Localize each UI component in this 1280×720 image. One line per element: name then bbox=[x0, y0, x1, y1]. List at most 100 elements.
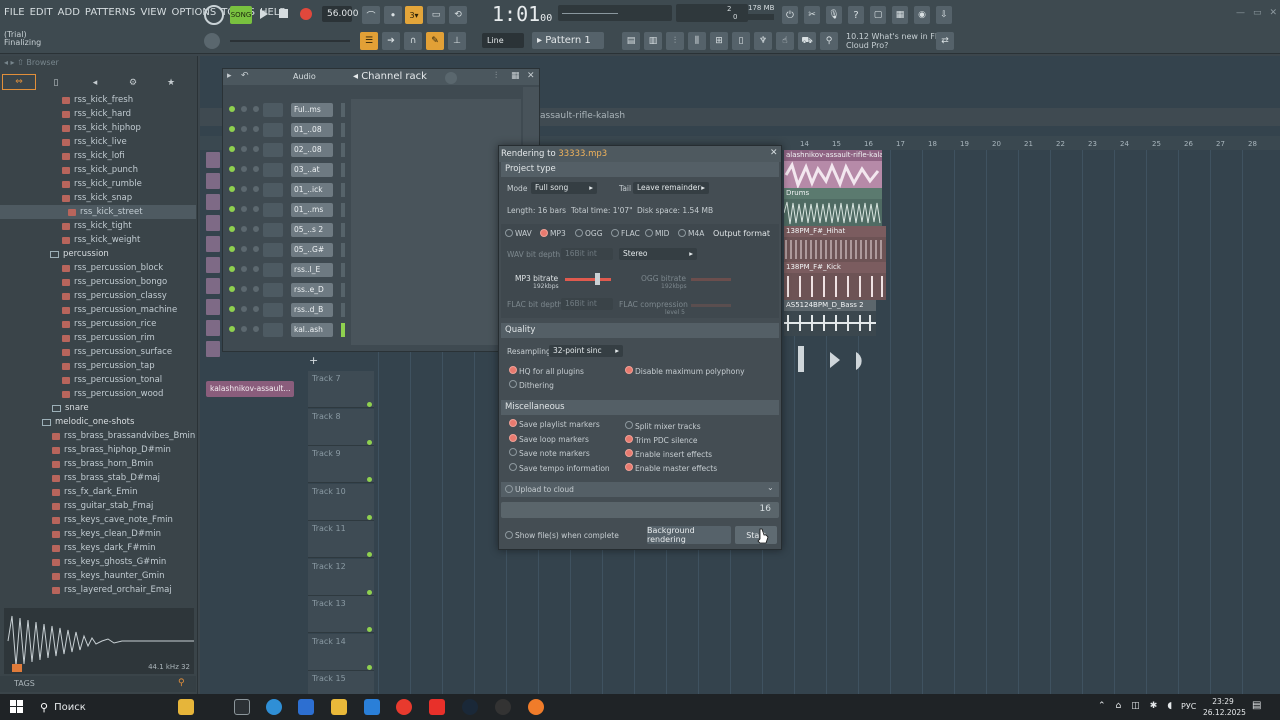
channel-name-button[interactable]: rss..d_B bbox=[291, 303, 333, 317]
clock[interactable]: 23:29 26.12.2025 bbox=[1203, 696, 1246, 718]
master-pitch-slider[interactable] bbox=[230, 40, 350, 42]
channel-knob[interactable] bbox=[253, 326, 259, 332]
browser-file[interactable]: rss_brass_stab_D#maj bbox=[0, 471, 196, 485]
stamp-icon[interactable]: ⊥ bbox=[448, 32, 466, 50]
channel-name-button[interactable]: 05_..G# bbox=[291, 243, 333, 257]
widget-icon[interactable] bbox=[178, 699, 194, 715]
browser-file[interactable]: rss_percussion_surface bbox=[0, 345, 196, 359]
picker-item[interactable] bbox=[206, 215, 220, 231]
metronome-icon[interactable] bbox=[204, 5, 224, 25]
channel-name-button[interactable]: 01_..ick bbox=[291, 183, 333, 197]
enable-master-label[interactable]: Enable master effects bbox=[635, 464, 717, 473]
channel-mute-led[interactable] bbox=[229, 306, 235, 312]
channel-mixer-track[interactable] bbox=[263, 123, 283, 137]
save-loop-markers-checkbox[interactable] bbox=[509, 434, 517, 442]
save-loop-markers-label[interactable]: Save loop markers bbox=[519, 435, 589, 444]
channel-name-button[interactable]: rss..e_D bbox=[291, 283, 333, 297]
disable-polyphony-label[interactable]: Disable maximum polyphony bbox=[635, 367, 745, 376]
flac-bit-depth-select[interactable]: 16Bit int bbox=[561, 298, 613, 310]
add-channel-icon[interactable]: + bbox=[309, 354, 318, 367]
browser-file[interactable]: rss_layered_orchair_Emaj bbox=[0, 583, 196, 597]
enable-insert-label[interactable]: Enable insert effects bbox=[635, 450, 712, 459]
channel-select-indicator[interactable] bbox=[341, 163, 345, 177]
browser-favorites-icon[interactable]: ★ bbox=[152, 74, 190, 92]
format-m4a-label[interactable]: M4A bbox=[688, 229, 704, 238]
format-m4a-radio[interactable] bbox=[678, 229, 686, 237]
save-playlist-markers-label[interactable]: Save playlist markers bbox=[519, 420, 600, 429]
mp3-bitrate-handle[interactable] bbox=[595, 273, 600, 285]
channel-name-button[interactable]: 01_..ms bbox=[291, 203, 333, 217]
render-close-icon[interactable]: ✕ bbox=[770, 148, 778, 158]
track-mute-led[interactable] bbox=[367, 589, 372, 595]
browser-folder[interactable]: percussion bbox=[0, 247, 196, 261]
channel-mixer-track[interactable] bbox=[263, 103, 283, 117]
split-mixer-label[interactable]: Split mixer tracks bbox=[635, 422, 701, 431]
browser-file[interactable]: rss_percussion_rice bbox=[0, 317, 196, 331]
faders-icon[interactable]: ⫼ bbox=[688, 32, 706, 50]
browser-file[interactable]: rss_brass_brassandvibes_Bmin bbox=[0, 429, 196, 443]
playlist-icon[interactable]: ☰ bbox=[360, 32, 378, 50]
clip-kick[interactable]: 138PM_F#_Kick bbox=[784, 262, 886, 300]
channel-mute-led[interactable] bbox=[229, 286, 235, 292]
browser-folder[interactable]: melodic_one-shots bbox=[0, 415, 196, 429]
browser-file[interactable]: rss_percussion_tonal bbox=[0, 373, 196, 387]
browser-file[interactable]: rss_kick_fresh bbox=[0, 93, 196, 107]
browser-file[interactable]: rss_keys_clean_D#min bbox=[0, 527, 196, 541]
browser-file[interactable]: rss_percussion_block bbox=[0, 261, 196, 275]
channel-row[interactable]: 01_..ick bbox=[223, 181, 523, 199]
blend-icon[interactable]: ▭ bbox=[427, 6, 445, 24]
browser-file[interactable]: rss_keys_dark_F#min bbox=[0, 541, 196, 555]
channel-name-button[interactable]: 02_..08 bbox=[291, 143, 333, 157]
snap-select[interactable]: Line bbox=[482, 33, 524, 48]
channel-select-indicator[interactable] bbox=[341, 223, 345, 237]
browser-file[interactable]: rss_kick_weight bbox=[0, 233, 196, 247]
download-icon[interactable]: ⇩ bbox=[936, 6, 952, 24]
picker-item[interactable] bbox=[206, 257, 220, 273]
channel-knob[interactable] bbox=[241, 266, 247, 272]
channel-row[interactable]: rss..e_D bbox=[223, 281, 523, 299]
browser-file[interactable]: rss_kick_hard bbox=[0, 107, 196, 121]
channel-mixer-track[interactable] bbox=[263, 183, 283, 197]
format-wav-label[interactable]: WAV bbox=[515, 229, 532, 238]
track-mute-led[interactable] bbox=[367, 552, 372, 557]
channel-knob[interactable] bbox=[241, 286, 247, 292]
channel-knob[interactable] bbox=[241, 226, 247, 232]
mail-icon[interactable] bbox=[364, 699, 380, 715]
resampling-select[interactable]: 32-point sinc ▸ bbox=[549, 345, 623, 357]
track-header[interactable]: Track 8 bbox=[308, 408, 374, 446]
browser-file[interactable]: rss_kick_hiphop bbox=[0, 121, 196, 135]
preview-play-icon[interactable] bbox=[12, 664, 22, 672]
save-note-markers-label[interactable]: Save note markers bbox=[519, 449, 590, 458]
draw-tool-icon[interactable]: ✎ bbox=[426, 32, 444, 50]
browser-folder[interactable]: snare bbox=[0, 401, 196, 415]
channel-knob[interactable] bbox=[241, 106, 247, 112]
edge-icon[interactable] bbox=[266, 699, 282, 715]
tray-volume-icon[interactable]: ◖ bbox=[1167, 701, 1172, 711]
save-tempo-info-label[interactable]: Save tempo information bbox=[519, 464, 610, 473]
menu-file[interactable]: FILE bbox=[4, 7, 25, 18]
arrow-right-icon[interactable]: ➔ bbox=[382, 32, 400, 50]
channel-name-button[interactable]: 03_..at bbox=[291, 163, 333, 177]
minimize-icon[interactable]: — bbox=[1236, 8, 1245, 18]
app-icon[interactable] bbox=[495, 699, 511, 715]
rack-undo-icon[interactable]: ↶ bbox=[241, 71, 249, 81]
record-icon[interactable] bbox=[300, 8, 312, 20]
mode-select[interactable]: Full song ▸ bbox=[531, 182, 597, 194]
ogg-bitrate-slider[interactable] bbox=[691, 278, 731, 281]
plugin-picker-icon[interactable]: ⊞ bbox=[710, 32, 728, 50]
channel-knob[interactable] bbox=[253, 126, 259, 132]
format-wav-radio[interactable] bbox=[505, 229, 513, 237]
rack-close-icon[interactable]: ✕ bbox=[527, 71, 535, 81]
channel-select-indicator[interactable] bbox=[341, 243, 345, 257]
picker-item[interactable] bbox=[206, 278, 220, 294]
picker-clip[interactable]: kalashnikov-assault... bbox=[206, 381, 294, 397]
browser-all-icon[interactable]: ⇔ bbox=[2, 74, 36, 90]
plug-icon[interactable]: ♆ bbox=[754, 32, 772, 50]
channel-row[interactable]: 05_..G# bbox=[223, 241, 523, 259]
notifications-icon[interactable]: ▤ bbox=[1252, 700, 1261, 711]
car-icon[interactable]: ⛟ bbox=[798, 32, 816, 50]
pattern-song-icon[interactable]: ⌒ bbox=[362, 6, 380, 24]
browser-file[interactable]: rss_fx_dark_Emin bbox=[0, 485, 196, 499]
count-in-icon[interactable]: 3▾ bbox=[405, 6, 423, 24]
channel-knob[interactable] bbox=[253, 186, 259, 192]
